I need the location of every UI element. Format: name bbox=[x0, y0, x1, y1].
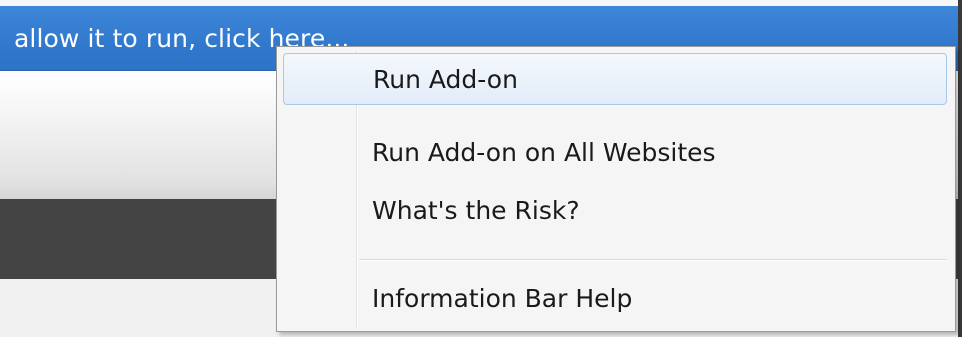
menu-item-label: What's the Risk? bbox=[372, 196, 580, 225]
menu-item-label: Run Add-on bbox=[373, 65, 518, 94]
menu-separator bbox=[359, 259, 947, 261]
menu-item-label: Information Bar Help bbox=[372, 284, 633, 313]
menu-item-run-add-on[interactable]: Run Add-on bbox=[283, 53, 947, 105]
menu-item-run-add-on-all-websites[interactable]: Run Add-on on All Websites bbox=[283, 127, 947, 179]
context-menu: Run Add-on Run Add-on on All Websites Wh… bbox=[276, 46, 956, 332]
menu-item-information-bar-help[interactable]: Information Bar Help bbox=[283, 273, 947, 325]
browser-window: allow it to run, click here... Run Add-o… bbox=[0, 0, 962, 337]
menu-item-label: Run Add-on on All Websites bbox=[372, 138, 716, 167]
menu-item-whats-the-risk[interactable]: What's the Risk? bbox=[283, 185, 947, 237]
window-right-edge bbox=[958, 0, 962, 337]
